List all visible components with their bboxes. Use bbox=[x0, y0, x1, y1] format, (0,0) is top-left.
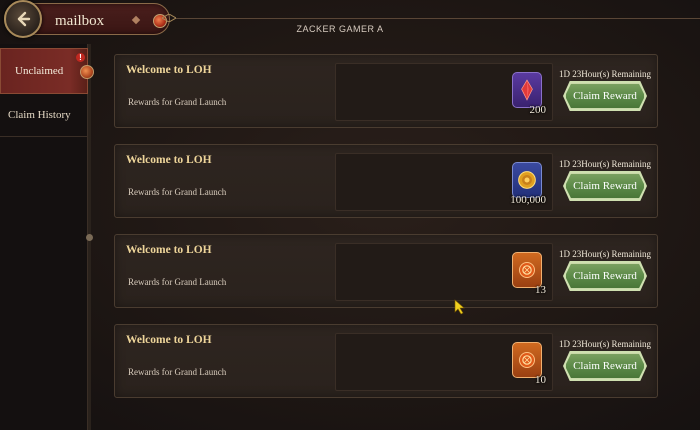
diamond-ornament-icon bbox=[131, 15, 141, 25]
item-count: 200 bbox=[529, 104, 547, 116]
mail-item: Welcome to LOH Rewards for Grand Launch … bbox=[114, 234, 658, 308]
time-remaining: 1D 23Hour(s) Remaining bbox=[559, 249, 651, 259]
mail-subtitle: Rewards for Grand Launch bbox=[128, 277, 227, 287]
alert-badge-icon: ! bbox=[76, 53, 85, 62]
claim-reward-button[interactable]: Claim Reward bbox=[565, 173, 645, 199]
mail-title: Welcome to LOH bbox=[126, 64, 212, 76]
divider bbox=[0, 136, 88, 137]
header-divider bbox=[176, 18, 700, 19]
tab-claim-history[interactable]: Claim History bbox=[0, 92, 88, 138]
mouse-cursor-icon bbox=[454, 299, 465, 315]
time-remaining: 1D 23Hour(s) Remaining bbox=[559, 159, 651, 169]
mail-title: Welcome to LOH bbox=[126, 244, 212, 256]
time-remaining: 1D 23Hour(s) Remaining bbox=[559, 69, 651, 79]
item-count: 100,000 bbox=[510, 194, 546, 206]
player-name: ZACKER GAMER A bbox=[296, 24, 384, 34]
item-count: 10 bbox=[535, 374, 546, 386]
red-crystal-icon[interactable] bbox=[512, 72, 542, 108]
tab-unclaimed[interactable]: Unclaimed ! bbox=[0, 48, 88, 94]
claim-reward-button[interactable]: Claim Reward bbox=[565, 83, 645, 109]
orange-token-icon[interactable] bbox=[512, 342, 542, 378]
active-tab-marker-icon bbox=[80, 65, 94, 79]
claim-reward-button[interactable]: Claim Reward bbox=[565, 353, 645, 379]
time-remaining: 1D 23Hour(s) Remaining bbox=[559, 339, 651, 349]
sidebar: Unclaimed ! Claim History bbox=[0, 44, 88, 430]
tab-label: Unclaimed bbox=[15, 65, 64, 77]
claim-reward-button[interactable]: Claim Reward bbox=[565, 263, 645, 289]
mail-subtitle: Rewards for Grand Launch bbox=[128, 187, 227, 197]
reward-slot: 10 bbox=[335, 333, 553, 391]
item-count: 13 bbox=[535, 284, 546, 296]
tab-label: Claim History bbox=[8, 109, 71, 121]
orange-token-icon[interactable] bbox=[512, 252, 542, 288]
title-tail-ornament-icon bbox=[162, 14, 176, 22]
back-button[interactable] bbox=[4, 0, 42, 38]
gold-coin-icon[interactable] bbox=[512, 162, 542, 198]
reward-slot: 13 bbox=[335, 243, 553, 301]
scrollbar-thumb[interactable] bbox=[86, 234, 93, 241]
mail-subtitle: Rewards for Grand Launch bbox=[128, 367, 227, 377]
mail-title: Welcome to LOH bbox=[126, 154, 212, 166]
reward-slot: 200 bbox=[335, 63, 553, 121]
reward-slot: 100,000 bbox=[335, 153, 553, 211]
mail-item: Welcome to LOH Rewards for Grand Launch … bbox=[114, 144, 658, 218]
mail-item: Welcome to LOH Rewards for Grand Launch … bbox=[114, 324, 658, 398]
mail-title: Welcome to LOH bbox=[126, 334, 212, 346]
back-arrow-icon bbox=[17, 11, 31, 27]
mail-subtitle: Rewards for Grand Launch bbox=[128, 97, 227, 107]
header: mailbox ZACKER GAMER A bbox=[0, 0, 700, 40]
mail-item: Welcome to LOH Rewards for Grand Launch … bbox=[114, 54, 658, 128]
page-title: mailbox bbox=[55, 13, 105, 29]
